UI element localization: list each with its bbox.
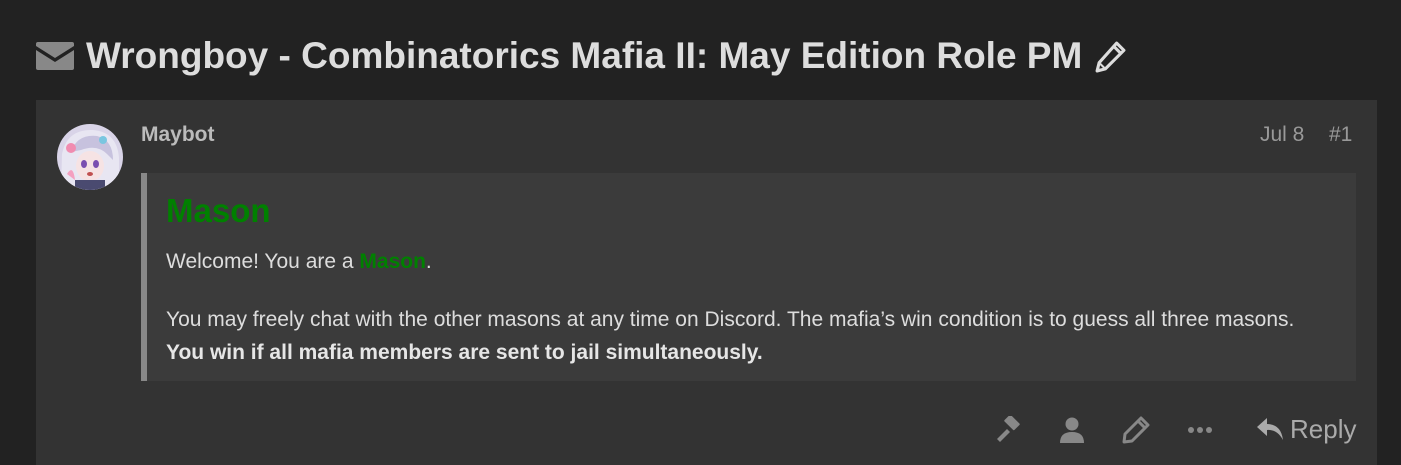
avatar[interactable] (57, 124, 123, 190)
envelope-icon (36, 42, 74, 70)
topic-title: Wrongboy - Combinatorics Mafia II: May E… (86, 35, 1083, 76)
role-description-text: You may freely chat with the other mason… (166, 308, 1295, 331)
post-date[interactable]: Jul 8 (1260, 123, 1304, 147)
gavel-icon[interactable] (994, 416, 1022, 444)
more-icon[interactable] (1186, 416, 1214, 444)
role-name: Mason (359, 250, 426, 273)
username[interactable]: Maybot (141, 123, 215, 147)
role-description: You may freely chat with the other mason… (166, 303, 1316, 369)
pencil-icon[interactable] (1122, 416, 1150, 444)
role-heading: Mason (166, 192, 271, 229)
reply-icon (1257, 418, 1283, 440)
welcome-suffix: . (425, 250, 432, 273)
post-number[interactable]: #1 (1329, 123, 1352, 147)
role-quote: Mason Welcome! You are a Mason. You may … (141, 173, 1356, 381)
reply-label: Reply (1290, 413, 1357, 444)
welcome-line: Welcome! You are a Mason. (166, 250, 432, 274)
user-icon[interactable] (1058, 416, 1086, 444)
pencil-icon[interactable] (1094, 40, 1127, 73)
avatar-image (57, 124, 123, 190)
post: Maybot Jul 8 #1 Mason Welcome! You are a… (36, 100, 1377, 465)
welcome-prefix: Welcome! You are a (166, 250, 360, 273)
reply-button[interactable]: Reply (1256, 411, 1356, 447)
win-condition: You win if all mafia members are sent to… (166, 341, 763, 364)
topic-header: Wrongboy - Combinatorics Mafia II: May E… (36, 34, 1127, 78)
